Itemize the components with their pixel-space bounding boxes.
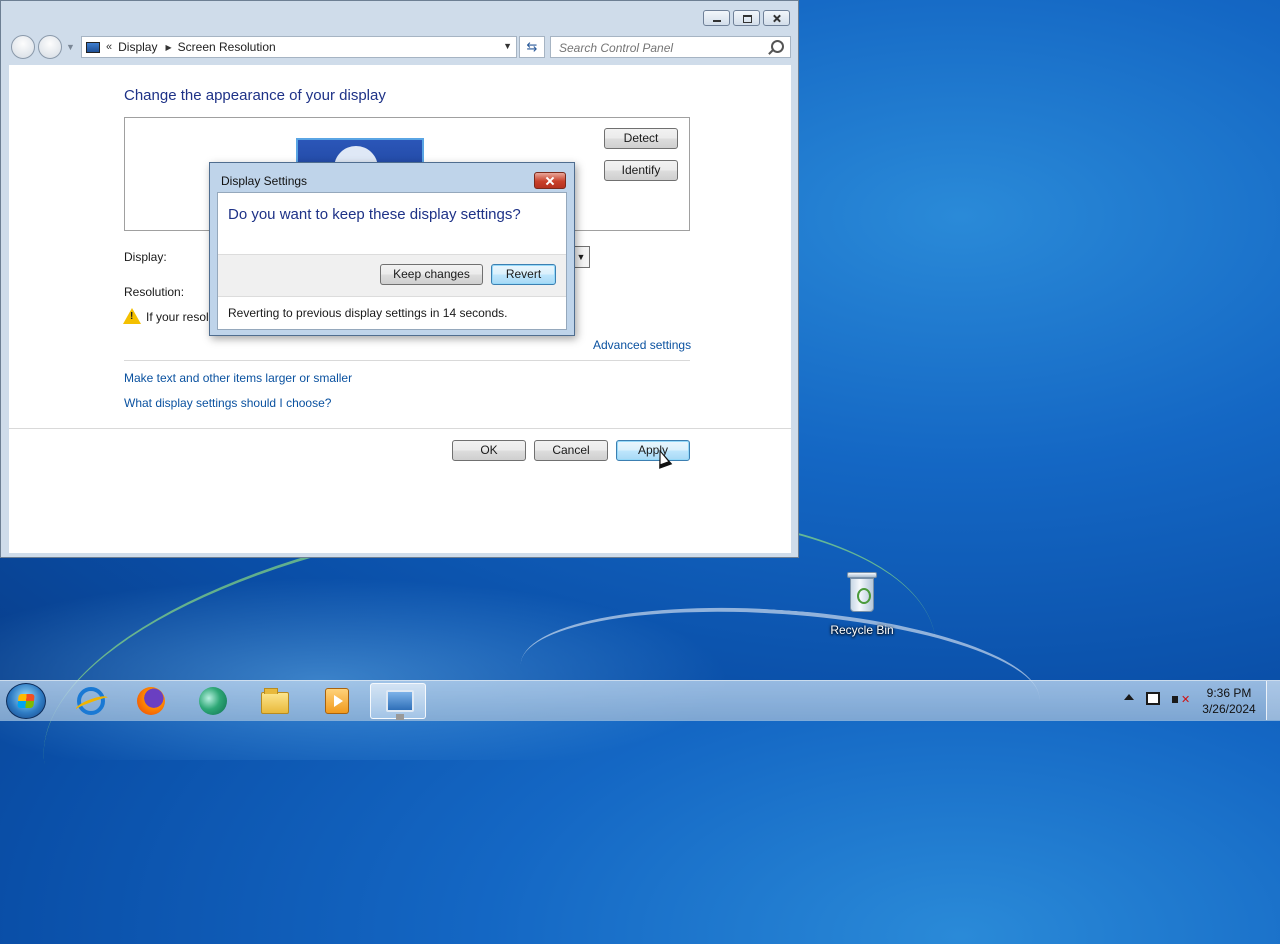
recycle-bin-desktop-icon[interactable]: Recycle Bin	[826, 572, 898, 637]
back-button[interactable]	[11, 35, 35, 59]
maximize-button[interactable]	[733, 10, 760, 26]
close-button[interactable]	[763, 10, 790, 26]
dialog-question: Do you want to keep these display settin…	[228, 206, 521, 223]
chevron-right-icon[interactable]: ▶	[165, 43, 171, 52]
system-clock[interactable]: 9:36 PM 3/26/2024	[1196, 685, 1262, 717]
dialog-title: Display Settings	[221, 174, 308, 188]
clock-date: 3/26/2024	[1202, 702, 1256, 716]
breadcrumb-screen-resolution[interactable]: Screen Resolution	[178, 40, 276, 54]
resolution-label: Resolution:	[124, 285, 185, 299]
firefox-icon	[137, 687, 165, 715]
taskbar-control-panel[interactable]	[370, 683, 426, 720]
divider	[9, 428, 791, 429]
address-bar[interactable]: « Display ▶ Screen Resolution ▼	[81, 36, 517, 58]
revert-countdown-text: Reverting to previous display settings i…	[228, 306, 508, 320]
keep-changes-button[interactable]: Keep changes	[380, 264, 483, 285]
cancel-button[interactable]: Cancel	[534, 440, 608, 461]
forward-button[interactable]	[38, 35, 62, 59]
refresh-button[interactable]: ⇆	[519, 36, 545, 58]
taskbar-internet-explorer[interactable]	[62, 683, 118, 719]
breadcrumb-overflow[interactable]: «	[106, 41, 112, 53]
window-controls	[703, 10, 790, 26]
text-size-link[interactable]: Make text and other items larger or smal…	[124, 371, 352, 385]
identify-button[interactable]: Identify	[604, 160, 678, 181]
control-panel-icon	[386, 690, 414, 720]
revert-button[interactable]: Revert	[491, 264, 556, 285]
taskbar-edge[interactable]	[184, 683, 240, 719]
recycle-bin-icon	[847, 572, 877, 612]
show-desktop-button[interactable]	[1266, 681, 1280, 720]
breadcrumb-display[interactable]: Display	[118, 40, 157, 54]
volume-muted-icon[interactable]: ✕	[1172, 693, 1190, 707]
control-panel-icon	[86, 41, 100, 53]
apply-button[interactable]: Apply	[616, 440, 690, 461]
taskbar-file-explorer[interactable]	[246, 683, 302, 719]
dialog-body: Do you want to keep these display settin…	[217, 192, 567, 330]
advanced-settings-link[interactable]: Advanced settings	[593, 338, 691, 352]
warning-icon	[123, 308, 141, 324]
address-dropdown-icon[interactable]: ▼	[503, 41, 512, 51]
minimize-button[interactable]	[703, 10, 730, 26]
display-label: Display:	[124, 250, 167, 264]
action-center-icon[interactable]	[1146, 692, 1160, 705]
navigation-bar: ▼ « Display ▶ Screen Resolution ▼ ⇆	[9, 35, 791, 59]
media-player-icon	[325, 688, 349, 714]
divider	[124, 360, 690, 361]
clock-time: 9:36 PM	[1206, 686, 1252, 700]
recycle-bin-label: Recycle Bin	[830, 623, 894, 637]
start-button[interactable]	[6, 683, 46, 719]
resolution-warning-text: If your resolu	[146, 310, 216, 324]
display-settings-dialog: Display Settings Do you want to keep the…	[209, 162, 575, 336]
recent-pages-dropdown-icon[interactable]: ▼	[66, 42, 75, 52]
internet-explorer-icon	[77, 687, 105, 715]
dialog-close-button[interactable]	[534, 172, 566, 189]
taskbar-firefox[interactable]	[122, 683, 178, 719]
search-box[interactable]	[550, 36, 791, 58]
taskbar-media-player[interactable]	[308, 683, 364, 719]
show-hidden-icons-button[interactable]	[1124, 694, 1134, 700]
dialog-button-bar: Keep changes Revert	[218, 254, 566, 297]
search-icon[interactable]	[771, 40, 784, 53]
detect-button[interactable]: Detect	[604, 128, 678, 149]
wallpaper-glow	[0, 560, 800, 760]
search-input[interactable]	[557, 38, 761, 58]
ok-button[interactable]: OK	[452, 440, 526, 461]
page-title: Change the appearance of your display	[124, 87, 386, 104]
display-help-link[interactable]: What display settings should I choose?	[124, 396, 331, 410]
file-explorer-icon	[261, 688, 289, 714]
edge-icon	[199, 687, 227, 715]
taskbar	[0, 680, 1280, 721]
